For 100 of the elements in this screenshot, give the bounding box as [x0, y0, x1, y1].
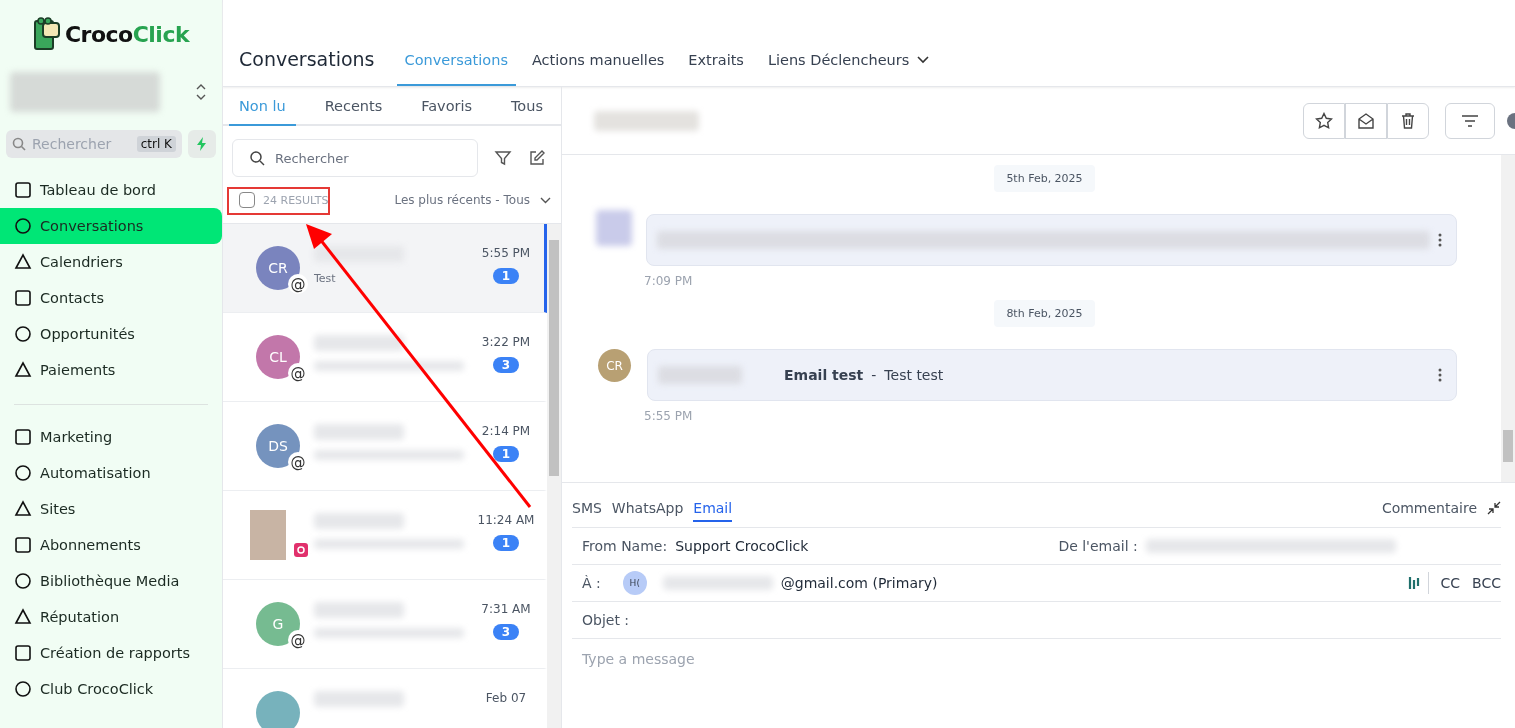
search-field[interactable]: Rechercher [30, 135, 133, 153]
nav-icon [14, 536, 32, 554]
lines-icon [1461, 113, 1479, 128]
nav-item[interactable]: Conversations [0, 208, 222, 244]
nav-item[interactable]: Paiements [0, 352, 222, 388]
nav-icon [14, 464, 32, 482]
envelope-icon [1357, 111, 1375, 130]
compose-icon[interactable] [528, 149, 546, 167]
unread-count: 1 [492, 268, 520, 284]
nav-icon [14, 500, 32, 518]
menu-button[interactable] [1445, 102, 1495, 139]
recipient-avatar: H( [622, 571, 647, 595]
nav-icon [14, 680, 32, 698]
nav-item[interactable]: Club CrocoClick [0, 671, 222, 707]
star-icon [1315, 111, 1333, 130]
bars-icon[interactable] [1407, 575, 1420, 591]
cc-link[interactable]: CC [1440, 575, 1461, 591]
field-label: De l'email : [1058, 538, 1138, 554]
bcc-link[interactable]: BCC [1472, 575, 1501, 591]
conversation-item[interactable]: 11:24 AM 1 [223, 491, 547, 580]
logo-text: CrocoClick [64, 21, 190, 47]
filter-tab[interactable]: Recents [314, 87, 393, 126]
timestamp: 7:31 AM [481, 602, 531, 616]
nav-item[interactable]: Tableau de bord [0, 172, 222, 208]
timestamp: Feb 07 [485, 691, 527, 705]
nav-icon [14, 217, 32, 235]
timestamp: 2:14 PM [481, 424, 531, 438]
nav-item[interactable]: Automatisation [0, 455, 222, 491]
unread-count: 1 [492, 535, 520, 551]
checkbox[interactable] [239, 192, 255, 208]
more-icon[interactable] [1438, 233, 1442, 247]
unread-count: 3 [492, 624, 520, 640]
nav-item[interactable]: Marketing [0, 419, 222, 455]
nav-icon [14, 644, 32, 662]
conversation-item[interactable]: Feb 07 [223, 669, 547, 728]
email-subject: Email test [784, 367, 864, 383]
lightning-icon [196, 137, 208, 151]
message-time: 7:09 PM [644, 274, 693, 288]
nav-tab[interactable]: Liens Déclencheurs [759, 52, 938, 86]
nav-item[interactable]: Sites [0, 491, 222, 527]
nav-item[interactable]: Calendriers [0, 244, 222, 280]
chevron-down-icon [917, 56, 930, 64]
message-preview: Test [314, 272, 337, 285]
nav-item[interactable]: Contacts [0, 280, 222, 316]
scrollbar[interactable] [547, 224, 561, 728]
search-box[interactable]: Rechercher [232, 139, 478, 177]
nav-icon [14, 325, 32, 343]
nav-item[interactable]: Création de rapports [0, 635, 222, 671]
scrollbar[interactable] [1501, 155, 1515, 482]
unread-count: 1 [492, 446, 520, 462]
more-icon[interactable] [1438, 368, 1442, 382]
blurred-avatar [596, 210, 632, 246]
nav-icon [14, 608, 32, 626]
timestamp: 5:55 PM [481, 246, 531, 260]
channel-tab[interactable]: SMS [572, 494, 602, 522]
email-body: Test test [884, 367, 944, 383]
search-box[interactable]: Rechercher ctrl K [6, 130, 182, 158]
nav-icon [14, 181, 32, 199]
page-title: Conversations [239, 48, 375, 70]
star-button[interactable] [1303, 102, 1345, 139]
sender-name: Support CrocoClick [675, 538, 809, 554]
delete-button[interactable] [1387, 102, 1429, 139]
nav-item[interactable]: Abonnements [0, 527, 222, 563]
nav-tab[interactable]: Extraits [680, 52, 752, 86]
crocodile-logo-icon [32, 17, 63, 51]
field-label: Objet : [582, 612, 630, 628]
field-label: From Name: [582, 538, 668, 554]
nav-item[interactable]: Réputation [0, 599, 222, 635]
avatar: CR [598, 349, 631, 382]
nav-icon [14, 428, 32, 446]
recipient-email: @gmail.com (Primary) [780, 575, 938, 591]
nav-icon [14, 361, 32, 379]
comment-tab[interactable]: Commentaire [1381, 494, 1477, 522]
nav-icon [14, 253, 32, 271]
filter-tab[interactable]: Tous [500, 87, 553, 126]
channel-tab[interactable]: WhatsApp [611, 494, 684, 522]
chevron-up-down-icon[interactable] [196, 83, 206, 101]
search-icon [12, 137, 26, 151]
results-count: 24 RESULTS [263, 193, 329, 207]
filter-icon[interactable] [494, 149, 512, 167]
nav-item[interactable]: Bibliothèque Media [0, 563, 222, 599]
camera-icon [294, 543, 308, 557]
nav-icon [14, 289, 32, 307]
photo-placeholder [250, 510, 286, 560]
shortcut-hint: ctrl K [136, 136, 176, 152]
timestamp: 11:24 AM [477, 513, 535, 527]
unread-count: 3 [492, 357, 520, 373]
search-icon [249, 150, 265, 166]
trash-icon [1399, 111, 1417, 130]
sort-dropdown[interactable]: Les plus récents - Tous [394, 193, 551, 207]
collapse-icon[interactable] [1487, 501, 1501, 515]
mark-read-button[interactable] [1345, 102, 1387, 139]
field-label: À : [582, 575, 601, 591]
message-time: 5:55 PM [644, 409, 693, 423]
timestamp: 3:22 PM [481, 335, 531, 349]
filter-tab[interactable]: Favoris [411, 87, 483, 126]
channel-tab[interactable]: Email [693, 494, 733, 522]
nav-icon [14, 572, 32, 590]
nav-tab[interactable]: Actions manuelles [523, 52, 673, 86]
nav-item[interactable]: Opportunités [0, 316, 222, 352]
